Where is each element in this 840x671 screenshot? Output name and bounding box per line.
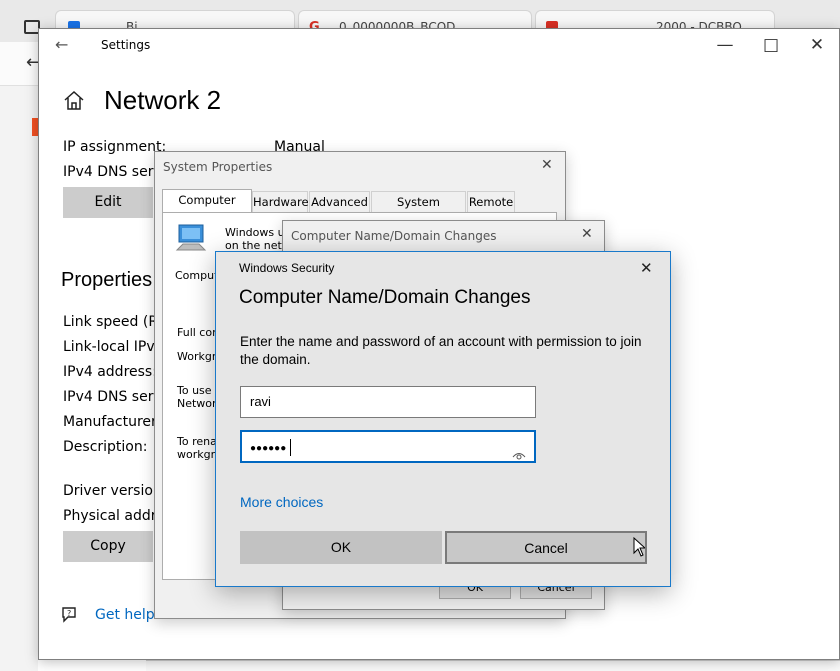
properties-heading: Properties (61, 269, 153, 291)
password-input[interactable]: ●●●●●● (240, 430, 536, 463)
browser-bottom-bar (146, 660, 840, 671)
page-title: Network 2 (104, 85, 222, 115)
password-value: ●●●●●● (250, 443, 287, 454)
back-arrow-icon[interactable]: ← (55, 35, 68, 54)
cancel-button[interactable]: Cancel (445, 531, 647, 564)
text-caret (289, 439, 291, 457)
minimize-icon[interactable]: — (702, 33, 748, 57)
computer-name-description-1: Windows us (225, 226, 291, 239)
username-input[interactable]: ravi (240, 386, 536, 418)
system-properties-title: System Properties (163, 160, 273, 174)
close-icon[interactable]: ✕ (640, 259, 653, 277)
ip-assignment-label: IP assignment: (63, 139, 167, 155)
help-icon: ? (61, 606, 81, 624)
prop-ipv4-address: IPv4 address: (63, 364, 157, 380)
edit-button[interactable]: Edit (63, 187, 153, 218)
windows-security-caption: Windows Security (239, 261, 335, 275)
driver-version-label: Driver version: (63, 483, 167, 499)
more-choices-link[interactable]: More choices (240, 494, 323, 510)
dialog-heading: Computer Name/Domain Changes (239, 287, 531, 308)
tab-advanced[interactable]: Advanced (309, 191, 370, 212)
copy-button[interactable]: Copy (63, 531, 153, 562)
home-icon[interactable] (63, 89, 85, 111)
tab-computer-name[interactable]: Computer Name (162, 189, 252, 227)
settings-window-title: Settings (101, 38, 151, 52)
close-icon[interactable]: ✕ (541, 157, 553, 173)
ok-button[interactable]: OK (240, 531, 442, 564)
tab-remote[interactable]: Remote (467, 191, 515, 212)
mouse-cursor-icon (633, 536, 647, 557)
dialog-message: Enter the name and password of an accoun… (240, 334, 642, 367)
prop-description: Description: (63, 439, 148, 455)
svg-text:?: ? (67, 609, 71, 618)
browser-left-panel (0, 86, 38, 671)
maximize-icon[interactable]: □ (748, 33, 794, 57)
close-icon[interactable]: ✕ (794, 33, 840, 57)
tab-hardware[interactable]: Hardware (252, 191, 309, 212)
domain-changes-title: Computer Name/Domain Changes (291, 229, 497, 243)
windows-security-dialog: Windows Security ✕ Computer Name/Domain … (215, 251, 671, 587)
computer-icon (175, 223, 207, 253)
get-help-link[interactable]: Get help (95, 607, 155, 623)
tab-system-protection[interactable]: System Protection (371, 191, 466, 229)
prop-link-local-ipv6: Link-local IPv6 (63, 339, 164, 355)
reveal-password-icon[interactable] (512, 442, 526, 460)
prop-manufacturer: Manufacturer: (63, 414, 162, 430)
close-icon[interactable]: ✕ (581, 226, 593, 242)
